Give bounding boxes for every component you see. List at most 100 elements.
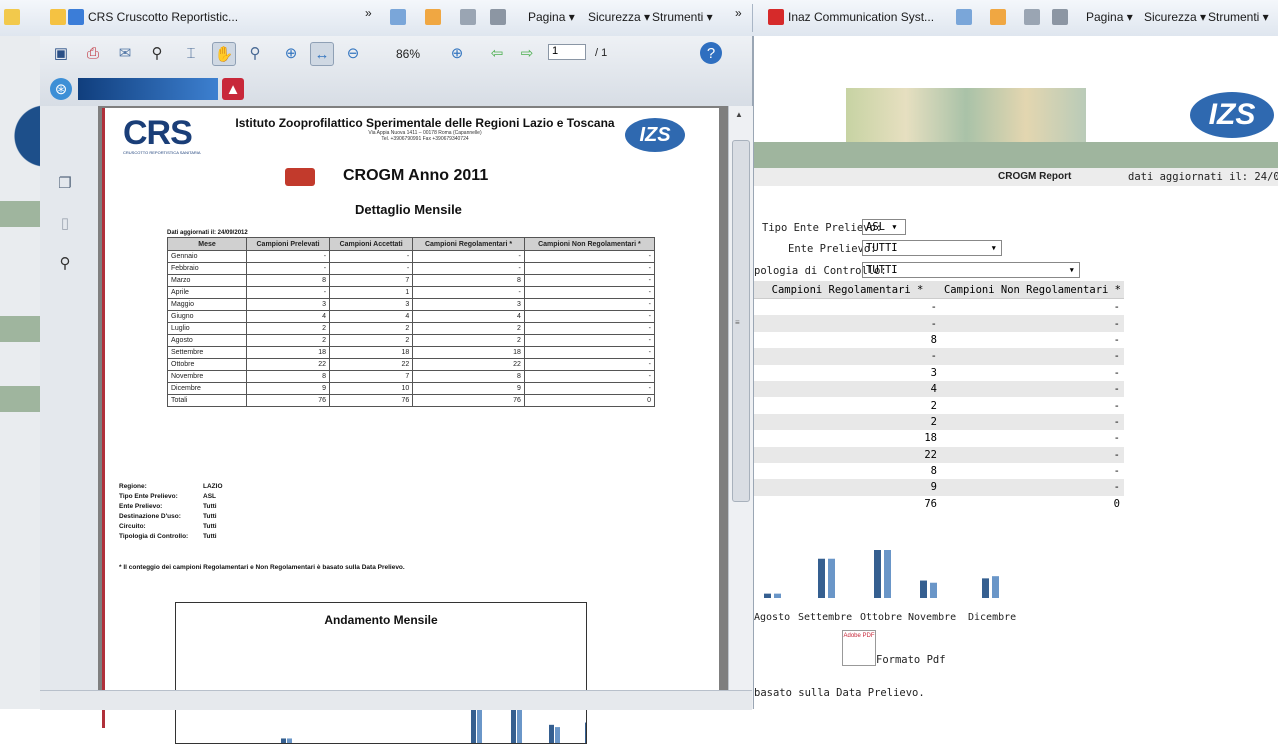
find-icon[interactable]: ⚲	[146, 42, 168, 64]
value-cell: 4	[329, 310, 414, 323]
left-tab-title[interactable]: CRS Cruscotto Reportistic...	[88, 10, 238, 24]
value-cell: 7	[329, 274, 414, 287]
filter-row: Regione: LAZIO	[119, 482, 223, 492]
value-cell: 4	[754, 380, 941, 398]
fit-width-icon[interactable]: ↔	[310, 42, 334, 66]
value-cell: 0	[523, 394, 656, 407]
bar-novembre-series-1	[920, 580, 927, 598]
home-icon[interactable]	[390, 9, 406, 25]
table-row: Luglio 2 2 2-	[167, 322, 656, 335]
pdf-chart-plot	[281, 693, 586, 743]
pdf-navigation-pane: ❐ ▯ ⚲	[40, 106, 99, 709]
attachments-icon[interactable]: ▯	[54, 212, 76, 234]
filter-row: Destinazione D'uso: Tutti	[119, 512, 217, 522]
menu-strumenti[interactable]: Strumenti ▾	[1208, 10, 1269, 24]
chevron-icon[interactable]: »	[365, 6, 372, 20]
x-tick-label: Ottobre	[860, 612, 902, 623]
fit-page-icon[interactable]: ⊕	[280, 42, 302, 64]
help-icon[interactable]: ?	[700, 42, 722, 64]
menu-strumenti[interactable]: Strumenti ▾	[652, 10, 713, 24]
value-cell: -	[523, 346, 656, 359]
value-cell: -	[1113, 333, 1120, 346]
value-cell: -	[245, 286, 331, 299]
pdf-toolbar: ▣ ⎙ ✉ ⚲ ⌶ ✋ ⚲ ⊕ ↔ ⊖ 86% ⊕ ⇦ ⇨ 1 / 1 ? ⊛ …	[40, 36, 752, 107]
value-cell: 76	[329, 394, 414, 407]
month-cell: Aprile	[167, 286, 247, 299]
value-cell: 7	[329, 370, 414, 383]
background-logo	[0, 86, 40, 196]
tipo-ente-select[interactable]: ASL ▾	[862, 219, 906, 235]
value-cell: 9	[754, 479, 941, 496]
x-tick-label: Settembre	[798, 612, 852, 623]
print-icon[interactable]	[490, 9, 506, 25]
formato-pdf-link[interactable]: Formato Pdf	[876, 654, 946, 666]
crs-logo: CRS	[123, 114, 193, 152]
print-icon[interactable]	[1052, 9, 1068, 25]
value-cell: -	[1113, 465, 1120, 478]
page-number-input[interactable]: 1	[548, 44, 586, 60]
filter-value: Tutti	[203, 513, 217, 520]
favorites-star-icon[interactable]	[50, 9, 66, 25]
acrobat-online-icon[interactable]: ⊛	[50, 78, 72, 100]
column-header: Campioni Accettati	[329, 237, 414, 251]
value-cell: 22	[245, 358, 331, 371]
select-tool-icon[interactable]: ⌶	[180, 42, 202, 64]
tipo-ente-value: ASL	[866, 221, 885, 233]
email-icon[interactable]: ✉	[114, 42, 136, 64]
search-box-banner[interactable]	[78, 78, 218, 100]
value-cell: 1	[329, 286, 414, 299]
value-cell: 3	[412, 298, 525, 311]
save-icon[interactable]: ▣	[50, 42, 72, 64]
value-cell: -	[941, 479, 1124, 496]
mail-icon[interactable]	[460, 9, 476, 25]
institute-phone: Tel. +3906790991 Fax +390679340724	[381, 136, 469, 142]
value-cell: -	[523, 334, 656, 347]
hand-tool-icon[interactable]: ✋	[212, 42, 236, 66]
feeds-icon[interactable]	[425, 9, 441, 25]
filter-label: Regione:	[119, 483, 147, 490]
x-tick-label: Novembre	[908, 612, 956, 623]
column-header: Campioni Regolamentari *	[412, 237, 525, 251]
menu-sicurezza[interactable]: Sicurezza ▾	[588, 10, 650, 24]
pdf-vertical-scrollbar[interactable]: ▲ ≡	[728, 106, 753, 709]
zoom-level[interactable]: 86%	[396, 47, 420, 61]
filter-value: Tutti	[203, 523, 217, 530]
zoom-in-icon[interactable]: ⊕	[446, 42, 468, 64]
column-header: Mese	[167, 237, 247, 251]
chevron-icon[interactable]: »	[735, 6, 742, 20]
month-cell: Marzo	[167, 274, 247, 287]
filter-value: ASL	[203, 493, 216, 500]
value-cell: -	[941, 380, 1124, 398]
tipologia-controllo-select[interactable]: TUTTI ▾	[862, 262, 1080, 278]
feeds-icon[interactable]	[990, 9, 1006, 25]
value-cell: 2	[329, 322, 414, 335]
zoom-out-icon[interactable]: ⊖	[342, 42, 364, 64]
filter-label: Ente Prelievo:	[119, 503, 163, 510]
menu-sicurezza[interactable]: Sicurezza ▾	[1144, 10, 1206, 24]
mail-icon[interactable]	[1024, 9, 1040, 25]
scroll-up-icon[interactable]: ▲	[735, 110, 743, 119]
header-banner-image	[846, 88, 1086, 142]
background-nav-block	[0, 316, 40, 342]
previous-page-icon[interactable]: ⇦	[486, 42, 508, 64]
value-cell: 8	[930, 333, 937, 346]
month-cell: Agosto	[167, 334, 247, 347]
next-page-icon[interactable]: ⇨	[516, 42, 538, 64]
tipologia-controllo-value: TUTTI	[866, 264, 898, 276]
right-tab-title[interactable]: Inaz Communication Syst...	[788, 10, 934, 24]
pages-panel-icon[interactable]: ❐	[54, 172, 76, 194]
month-cell: Luglio	[167, 322, 247, 335]
report-title: CROGM Anno 2011	[343, 167, 489, 184]
zoom-tool-icon[interactable]: ⚲	[244, 42, 266, 64]
report-table: Campioni Regolamentari * Campioni Non Re…	[754, 281, 1124, 512]
chevron-down-icon: ▾	[1068, 264, 1075, 276]
print-icon[interactable]: ⎙	[82, 42, 104, 64]
ente-prelievo-select[interactable]: TUTTI ▾	[862, 240, 1002, 256]
home-icon[interactable]	[956, 9, 972, 25]
bar-settembre-series-2	[828, 558, 835, 598]
menu-pagina[interactable]: Pagina ▾	[528, 10, 575, 24]
search-panel-icon[interactable]: ⚲	[54, 252, 76, 274]
value-cell: 76	[245, 394, 331, 407]
menu-pagina[interactable]: Pagina ▾	[1086, 10, 1133, 24]
adobe-pdf-icon[interactable]: Adobe PDF	[842, 630, 876, 666]
